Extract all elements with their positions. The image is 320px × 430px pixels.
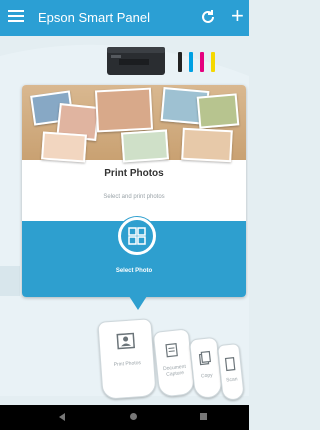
- ink-level-magenta: [200, 52, 204, 72]
- plus-icon[interactable]: +: [231, 5, 244, 27]
- app-title: Epson Smart Panel: [38, 10, 151, 25]
- app-bar: Epson Smart Panel +: [0, 0, 249, 36]
- back-icon[interactable]: [59, 413, 65, 421]
- ink-level-cyan: [189, 52, 193, 72]
- recent-apps-icon[interactable]: [200, 413, 207, 420]
- photos-collage-image: [22, 85, 246, 163]
- feature-carousel[interactable]: Print Photos Document Capture Copy Scan: [97, 318, 249, 405]
- copy-icon: [198, 350, 212, 366]
- ink-level-black: [178, 52, 182, 72]
- carousel-label: Document Capture: [162, 363, 187, 378]
- carousel-label: Copy: [200, 372, 213, 380]
- select-photo-button[interactable]: [118, 217, 156, 255]
- select-photo-label: Select Photo: [115, 268, 153, 274]
- refresh-icon[interactable]: [200, 9, 216, 25]
- document-icon: [165, 343, 178, 358]
- carousel-label: Print Photos: [113, 360, 142, 368]
- card-title: Print Photos: [104, 168, 164, 179]
- printer-image[interactable]: [105, 43, 167, 79]
- print-photos-card[interactable]: Print Photos Select and print photos Sel…: [22, 85, 246, 297]
- card-subtitle: Select and print photos: [103, 194, 165, 200]
- card-pointer: [129, 296, 147, 310]
- carousel-tile-document-capture[interactable]: Document Capture: [152, 328, 196, 398]
- home-icon[interactable]: [130, 413, 137, 420]
- ink-level-yellow: [211, 52, 215, 72]
- photo-grid-icon: [128, 227, 146, 245]
- hamburger-menu-icon[interactable]: [8, 10, 24, 24]
- carousel-tile-print-photos[interactable]: Print Photos: [97, 318, 157, 400]
- photo-icon: [116, 332, 136, 350]
- carousel-label: Scan: [225, 376, 238, 384]
- system-navigation-bar: [0, 405, 249, 430]
- scan-icon: [224, 356, 236, 372]
- carousel-tile-scan[interactable]: Scan: [217, 343, 245, 401]
